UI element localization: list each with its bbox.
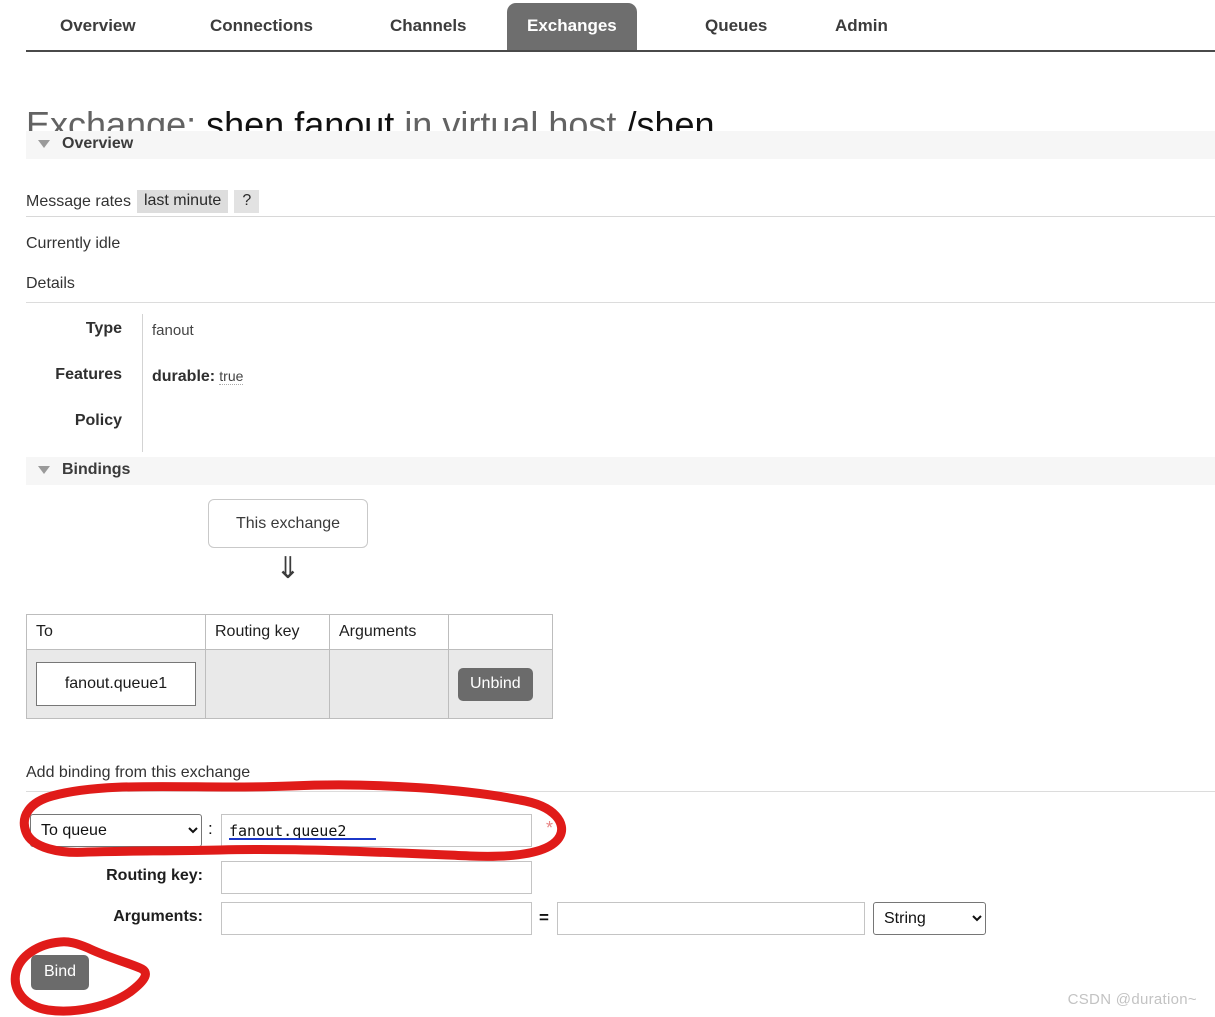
- autocomplete-underline: [229, 838, 376, 840]
- idle-status-text: Currently idle: [26, 235, 120, 253]
- details-value-features: durable: true: [152, 368, 243, 386]
- message-rates-row: Message rates last minute?: [26, 190, 259, 214]
- details-row-policy: Policy: [26, 406, 526, 452]
- details-vertical-rule: [142, 406, 143, 452]
- bind-button[interactable]: Bind: [31, 955, 89, 990]
- required-asterisk: *: [546, 818, 553, 839]
- exchange-details-table: Type fanout Features durable: true Polic…: [26, 314, 526, 452]
- column-header-routing-key: Routing key: [206, 615, 330, 650]
- bindings-table: To Routing key Arguments fanout.queue1 U…: [26, 614, 553, 719]
- tab-connections[interactable]: Connections: [190, 3, 333, 50]
- add-binding-heading: Add binding from this exchange: [26, 764, 250, 782]
- details-key-features: Features: [26, 366, 122, 384]
- feature-value-durable: true: [219, 368, 243, 385]
- add-binding-divider: [26, 791, 1215, 792]
- section-overview-label: Overview: [62, 135, 133, 153]
- details-divider: [26, 302, 1215, 303]
- details-vertical-rule: [142, 314, 143, 360]
- unbind-button[interactable]: Unbind: [458, 668, 533, 701]
- rate-period-chip[interactable]: last minute: [137, 190, 228, 213]
- section-overview-header[interactable]: Overview: [26, 131, 1215, 159]
- details-row-type: Type fanout: [26, 314, 526, 360]
- details-row-features: Features durable: true: [26, 360, 526, 406]
- arguments-type-select[interactable]: String Number Boolean List: [873, 902, 986, 935]
- column-header-to: To: [27, 615, 206, 650]
- column-header-actions: [449, 615, 553, 650]
- destination-colon: :: [208, 819, 213, 839]
- double-down-arrow-icon: ⇓: [208, 552, 368, 586]
- binding-cell-to: fanout.queue1: [27, 650, 206, 719]
- tab-exchanges[interactable]: Exchanges: [507, 3, 637, 50]
- routing-key-input[interactable]: [221, 861, 532, 894]
- binding-cell-action: Unbind: [449, 650, 553, 719]
- arguments-equals-sign: =: [539, 908, 549, 928]
- routing-key-label: Routing key:: [20, 867, 203, 885]
- tab-admin[interactable]: Admin: [815, 3, 908, 50]
- arguments-key-input[interactable]: [221, 902, 532, 935]
- watermark-text: CSDN @duration~: [1068, 991, 1197, 1008]
- rates-divider: [26, 216, 1215, 217]
- table-row: fanout.queue1 Unbind: [27, 650, 553, 719]
- nav-underline-rule: [26, 50, 1215, 52]
- details-value-type: fanout: [152, 322, 194, 339]
- binding-queue-link[interactable]: fanout.queue1: [36, 662, 196, 706]
- main-navigation: Overview Connections Channels Exchanges …: [0, 0, 1215, 52]
- destination-input[interactable]: [221, 814, 532, 847]
- arguments-value-input[interactable]: [557, 902, 865, 935]
- details-vertical-rule: [142, 360, 143, 406]
- caret-down-icon: [38, 140, 50, 148]
- message-rates-label: Message rates: [26, 193, 131, 211]
- destination-type-select[interactable]: To queue To exchange: [30, 814, 202, 847]
- arguments-label: Arguments:: [20, 908, 203, 926]
- binding-cell-arguments: [330, 650, 449, 719]
- bindings-table-header-row: To Routing key Arguments: [27, 615, 553, 650]
- tab-channels[interactable]: Channels: [370, 3, 487, 50]
- binding-cell-routing-key: [206, 650, 330, 719]
- details-label: Details: [26, 275, 75, 293]
- feature-name-durable: durable:: [152, 368, 215, 385]
- tab-queues[interactable]: Queues: [685, 3, 787, 50]
- section-bindings-header[interactable]: Bindings: [26, 457, 1215, 485]
- tab-overview[interactable]: Overview: [40, 3, 156, 50]
- column-header-arguments: Arguments: [330, 615, 449, 650]
- section-bindings-label: Bindings: [62, 461, 130, 479]
- details-key-type: Type: [26, 320, 122, 338]
- caret-down-icon: [38, 466, 50, 474]
- help-icon[interactable]: ?: [234, 190, 259, 213]
- source-exchange-box: This exchange: [208, 499, 368, 548]
- details-key-policy: Policy: [26, 412, 122, 430]
